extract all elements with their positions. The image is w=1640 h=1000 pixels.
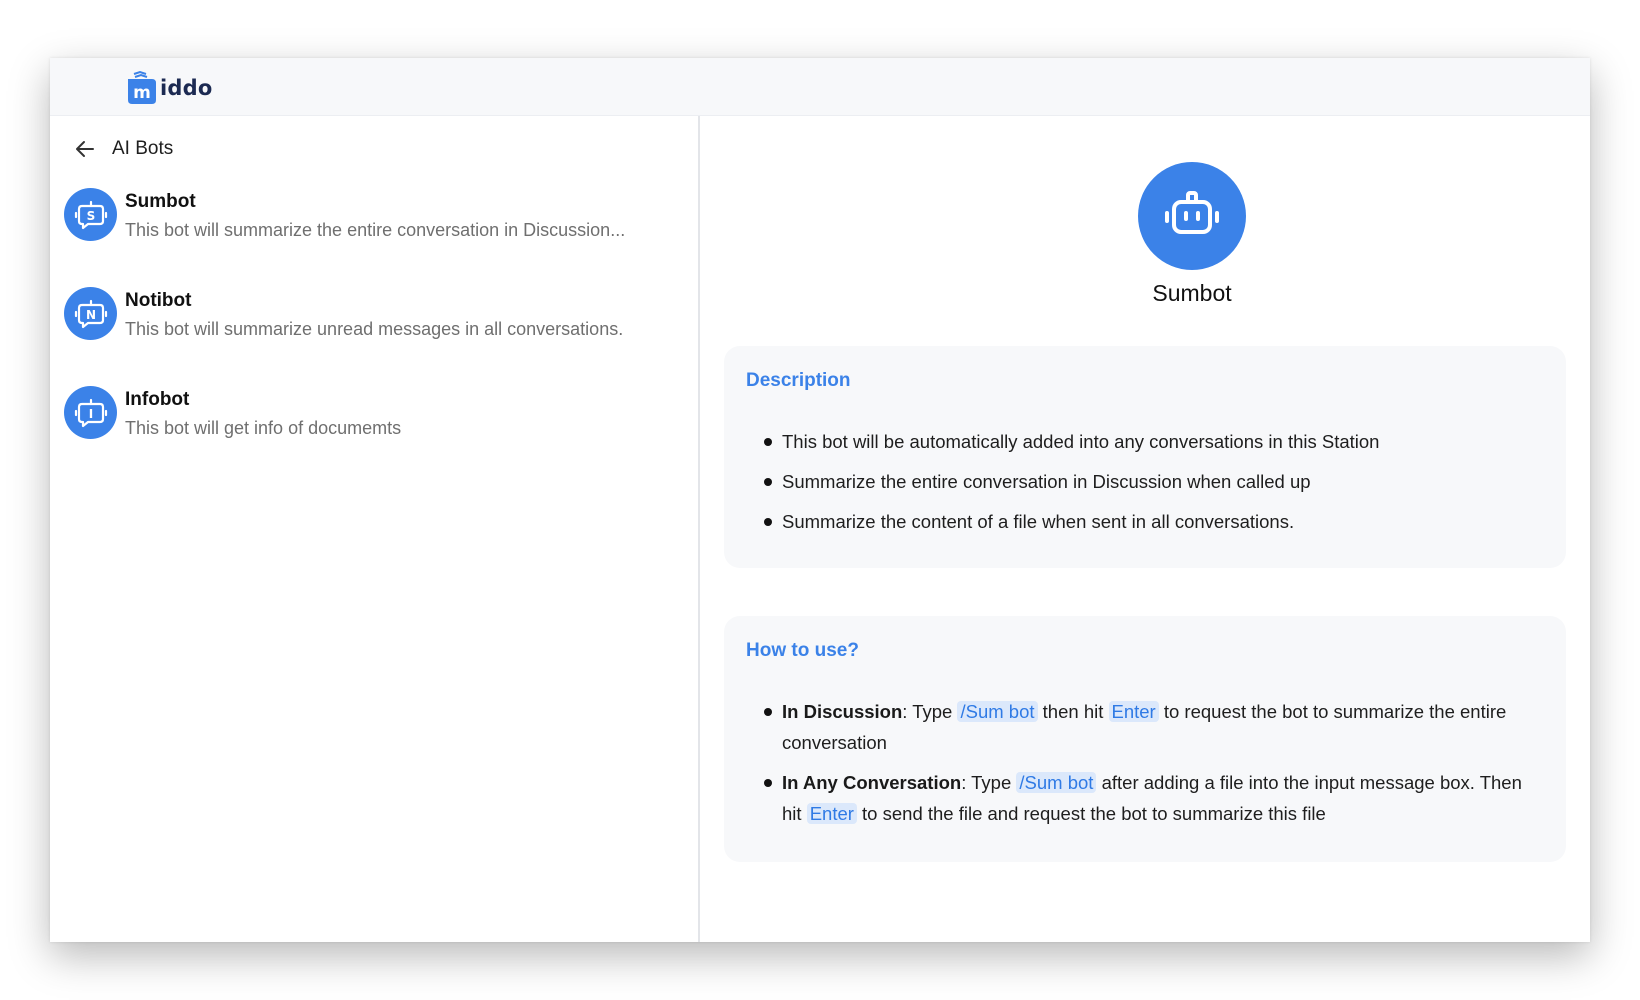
bot-avatar: S bbox=[64, 188, 117, 241]
how-to-use-title: How to use? bbox=[746, 640, 859, 661]
usage-label: In Any Conversation bbox=[782, 772, 962, 793]
bot-detail-name: Sumbot bbox=[1152, 280, 1232, 306]
how-to-use-item-discussion: In Discussion: Type /Sum bot then hit En… bbox=[764, 696, 1536, 758]
bot-avatar-letter: I bbox=[88, 407, 92, 421]
description-item: Summarize the content of a file when sen… bbox=[764, 506, 1536, 537]
robot-icon bbox=[1165, 191, 1219, 234]
arrow-left-icon[interactable] bbox=[74, 138, 96, 160]
bot-detail-panel: Sumbot Description This bot will be auto… bbox=[702, 116, 1590, 942]
logo[interactable]: m iddo bbox=[126, 70, 213, 106]
bot-name: Notibot bbox=[125, 290, 192, 311]
description-card: Description This bot will be automatical… bbox=[724, 346, 1566, 568]
how-to-use-card: How to use? In Discussion: Type /Sum bot… bbox=[724, 616, 1566, 862]
command-chip: /Sum bot bbox=[957, 701, 1038, 722]
panel-title: AI Bots bbox=[112, 138, 174, 159]
bot-description: This bot will summarize unread messages … bbox=[125, 319, 624, 339]
bot-list: S Sumbot This bot will summarize the ent… bbox=[64, 188, 678, 485]
robot-icon: I bbox=[74, 398, 107, 427]
command-chip: /Sum bot bbox=[1016, 772, 1097, 793]
bot-description: This bot will summarize the entire conve… bbox=[125, 220, 626, 240]
usage-text: : Type bbox=[902, 701, 958, 722]
bot-avatar: I bbox=[64, 386, 117, 439]
bot-list-panel: AI Bots S Sumbot This bot will summarize… bbox=[50, 116, 700, 942]
robot-icon: N bbox=[74, 299, 107, 328]
usage-label: In Discussion bbox=[782, 701, 903, 722]
robot-icon: S bbox=[74, 200, 107, 229]
bot-name: Sumbot bbox=[125, 191, 196, 212]
bot-item-notibot[interactable]: N Notibot This bot will summarize unread… bbox=[64, 287, 678, 386]
middo-logo-icon: m bbox=[128, 70, 156, 104]
logo-letter: m bbox=[133, 83, 151, 103]
description-item: This bot will be automatically added int… bbox=[764, 426, 1536, 457]
logo-text: iddo bbox=[160, 76, 213, 100]
description-title: Description bbox=[746, 370, 851, 391]
usage-text: : Type bbox=[961, 772, 1017, 793]
panel-header: AI Bots bbox=[74, 134, 173, 164]
description-list: This bot will be automatically added int… bbox=[764, 426, 1536, 546]
bot-avatar: N bbox=[64, 287, 117, 340]
bot-avatar-letter: N bbox=[85, 308, 95, 322]
bot-name: Infobot bbox=[125, 389, 190, 410]
how-to-use-list: In Discussion: Type /Sum bot then hit En… bbox=[764, 696, 1536, 838]
description-item: Summarize the entire conversation in Dis… bbox=[764, 466, 1536, 497]
usage-text: to send the file and request the bot to … bbox=[856, 803, 1326, 824]
bot-description: This bot will get info of documemts bbox=[125, 418, 402, 438]
key-chip: Enter bbox=[806, 803, 857, 824]
bot-item-infobot[interactable]: I Infobot This bot will get info of docu… bbox=[64, 386, 678, 485]
usage-text: then hit bbox=[1037, 701, 1109, 722]
how-to-use-item-any-conversation: In Any Conversation: Type /Sum bot after… bbox=[764, 767, 1536, 829]
app-window: m iddo AI Bots S Sumbot This bot will su… bbox=[50, 58, 1590, 942]
bot-item-sumbot[interactable]: S Sumbot This bot will summarize the ent… bbox=[64, 188, 678, 287]
top-bar: m iddo bbox=[50, 58, 1590, 116]
bot-hero-avatar bbox=[1138, 162, 1246, 270]
bot-avatar-letter: S bbox=[86, 209, 95, 223]
key-chip: Enter bbox=[1108, 701, 1159, 722]
